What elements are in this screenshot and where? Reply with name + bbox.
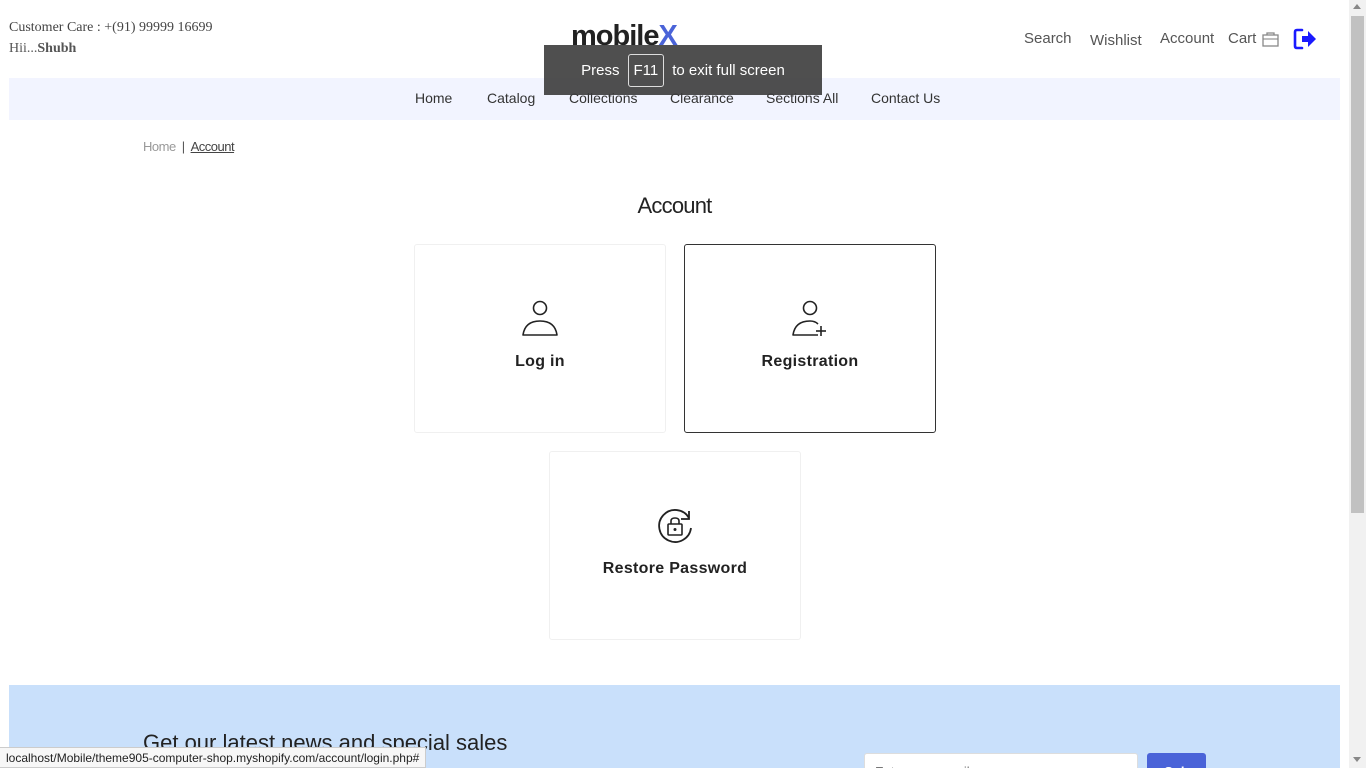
header-search-link[interactable]: Search bbox=[1024, 30, 1072, 47]
restore-password-label: Restore Password bbox=[602, 560, 748, 577]
registration-card[interactable]: Registration bbox=[684, 244, 936, 433]
header-cart-link[interactable]: Cart bbox=[1228, 30, 1256, 47]
user-add-icon bbox=[792, 300, 826, 336]
header-account-link[interactable]: Account bbox=[1160, 30, 1214, 47]
breadcrumb-current[interactable]: Account bbox=[191, 139, 235, 154]
restore-password-card[interactable]: Restore Password bbox=[549, 451, 801, 640]
registration-label: Registration bbox=[761, 353, 859, 370]
breadcrumb-home[interactable]: Home bbox=[143, 139, 176, 154]
vertical-scrollbar[interactable] bbox=[1349, 0, 1366, 768]
breadcrumb-separator: | bbox=[181, 139, 185, 154]
toast-key: F11 bbox=[627, 53, 665, 87]
greeting: Hii...Shubh bbox=[9, 41, 76, 57]
fullscreen-exit-toast: Press F11 to exit full screen bbox=[544, 45, 822, 95]
lock-refresh-icon bbox=[658, 509, 692, 543]
scroll-down-arrow-icon[interactable] bbox=[1353, 757, 1361, 762]
browser-status-bar: localhost/Mobile/theme905-computer-shop.… bbox=[0, 747, 427, 768]
nav-contact-us[interactable]: Contact Us bbox=[871, 90, 940, 106]
newsletter-submit-button[interactable]: Sub bbox=[1147, 753, 1206, 768]
customer-care-text: Customer Care : +(91) 99999 16699 bbox=[9, 20, 213, 35]
scroll-up-arrow-icon[interactable] bbox=[1353, 4, 1361, 9]
breadcrumb: Home | Account bbox=[143, 139, 235, 154]
user-icon bbox=[522, 300, 558, 336]
nav-catalog[interactable]: Catalog bbox=[487, 90, 535, 106]
toast-text-after: to exit full screen bbox=[672, 61, 785, 79]
greeting-username: Shubh bbox=[37, 41, 77, 56]
scrollbar-thumb[interactable] bbox=[1351, 16, 1364, 513]
logout-icon[interactable] bbox=[1293, 27, 1318, 51]
greeting-prefix: Hii... bbox=[9, 41, 38, 56]
page-title: Account bbox=[637, 193, 713, 218]
login-card[interactable]: Log in bbox=[414, 244, 666, 433]
nav-home[interactable]: Home bbox=[415, 90, 452, 106]
newsletter-email-input[interactable]: Enter your email bbox=[864, 753, 1138, 768]
page: Customer Care : +(91) 99999 16699 Hii...… bbox=[0, 0, 1349, 768]
toast-text-before: Press bbox=[581, 61, 620, 79]
header-wishlist-link[interactable]: Wishlist bbox=[1090, 32, 1142, 49]
shopping-bag-icon[interactable] bbox=[1262, 31, 1279, 47]
login-label: Log in bbox=[515, 353, 565, 370]
